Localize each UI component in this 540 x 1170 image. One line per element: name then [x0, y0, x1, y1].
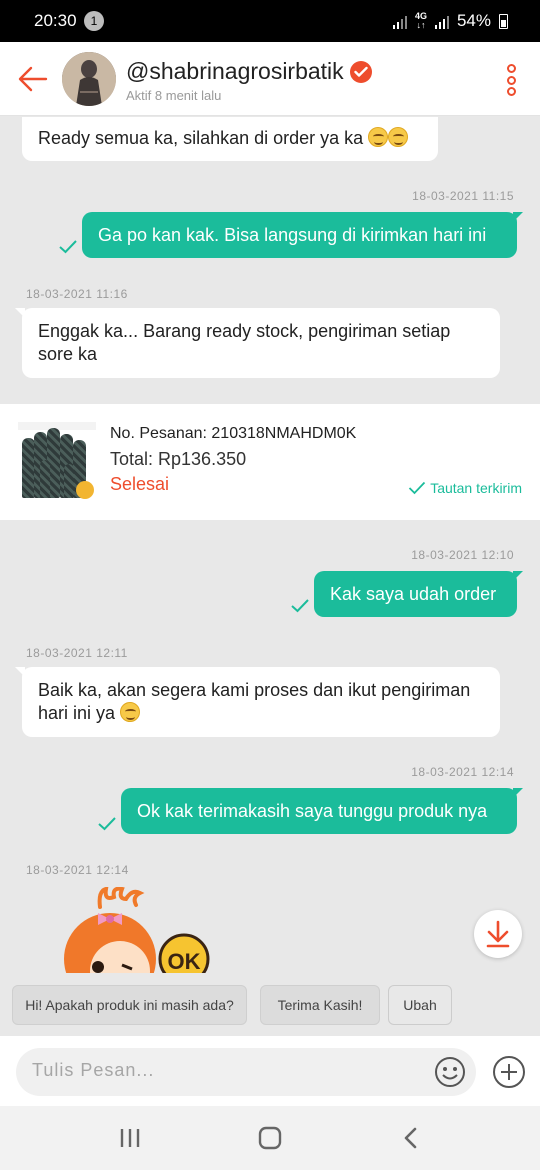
online-status: Aktif 8 menit lalu: [126, 88, 222, 103]
message-timestamp: 18-03-2021 12:14: [26, 863, 129, 877]
signal-icon: [392, 13, 407, 29]
download-arrow-icon: [486, 920, 510, 948]
quick-reply-button[interactable]: Hi! Apakah produk ini masih ada?: [12, 985, 247, 1025]
emoji-picker-icon[interactable]: [434, 1056, 466, 1088]
message-timestamp: 18-03-2021 12:11: [26, 646, 128, 660]
signal-icon: [434, 13, 449, 29]
message-input[interactable]: [32, 1060, 412, 1081]
smile-emoji-icon: [120, 702, 141, 722]
recent-apps-icon[interactable]: [118, 1126, 142, 1150]
order-card[interactable]: No. Pesanan: 210318NMAHDM0K Total: Rp136…: [0, 404, 540, 520]
smile-emoji-icon: [388, 127, 409, 147]
order-status: Selesai: [110, 474, 170, 494]
smile-emoji-icon: [368, 127, 389, 147]
verified-badge-icon: [349, 60, 372, 83]
message-timestamp: 18-03-2021 12:14: [411, 765, 514, 779]
back-icon[interactable]: [400, 1126, 422, 1150]
incoming-message: Ready semua ka, silahkan di order ya ka: [22, 117, 438, 161]
message-timestamp: 18-03-2021 11:16: [26, 287, 128, 301]
ok-sticker[interactable]: OK: [60, 887, 220, 973]
scroll-to-bottom-button[interactable]: [474, 910, 522, 958]
order-number: No. Pesanan: 210318NMAHDM0K: [110, 425, 357, 442]
message-input-box: [16, 1048, 476, 1096]
network-type: 4G ↓↑: [414, 11, 427, 30]
message-timestamp: 18-03-2021 11:15: [412, 189, 514, 203]
incoming-message: Enggak ka... Barang ready stock, pengiri…: [15, 308, 500, 378]
status-bar: 20:30 1 4G ↓↑ 54%: [0, 0, 540, 42]
check-icon: [409, 481, 426, 495]
message-input-bar: [0, 1036, 540, 1106]
battery-icon: [499, 13, 508, 29]
message-timestamp: 18-03-2021 12:10: [411, 548, 514, 562]
outgoing-message: Kak saya udah order: [314, 571, 523, 617]
more-options-icon[interactable]: [504, 64, 518, 96]
edit-quick-replies-button[interactable]: Ubah: [388, 985, 452, 1025]
product-thumbnail: [18, 422, 96, 502]
avatar[interactable]: [62, 52, 116, 106]
outgoing-message: Ok kak terimakasih saya tunggu produk ny…: [121, 788, 523, 834]
read-check-icon: [59, 240, 77, 254]
chat-messages[interactable]: Ready semua ka, silahkan di order ya ka …: [0, 117, 540, 973]
chat-header: @shabrinagrosirbatik Aktif 8 menit lalu: [0, 42, 540, 116]
incoming-message: Baik ka, akan segera kami proses dan iku…: [15, 667, 500, 737]
chat-username[interactable]: @shabrinagrosirbatik: [126, 58, 372, 85]
quick-replies: Hi! Apakah produk ini masih ada? Terima …: [0, 973, 540, 1035]
outgoing-message: Ga po kan kak. Bisa langsung di kirimkan…: [82, 212, 523, 258]
svg-text:OK: OK: [168, 949, 201, 973]
read-check-icon: [291, 599, 309, 613]
read-check-icon: [98, 817, 116, 831]
battery-percent: 54%: [456, 11, 491, 30]
notification-count-badge: 1: [84, 11, 104, 31]
system-navigation-bar: [0, 1106, 540, 1170]
status-time: 20:30: [34, 11, 77, 30]
back-arrow-icon[interactable]: [16, 62, 50, 96]
order-total: Total: Rp136.350: [110, 449, 247, 469]
home-icon[interactable]: [257, 1126, 283, 1150]
quick-reply-button[interactable]: Terima Kasih!: [260, 985, 380, 1025]
link-sent-status: Tautan terkirim: [408, 480, 522, 496]
add-attachment-icon[interactable]: [492, 1055, 526, 1089]
